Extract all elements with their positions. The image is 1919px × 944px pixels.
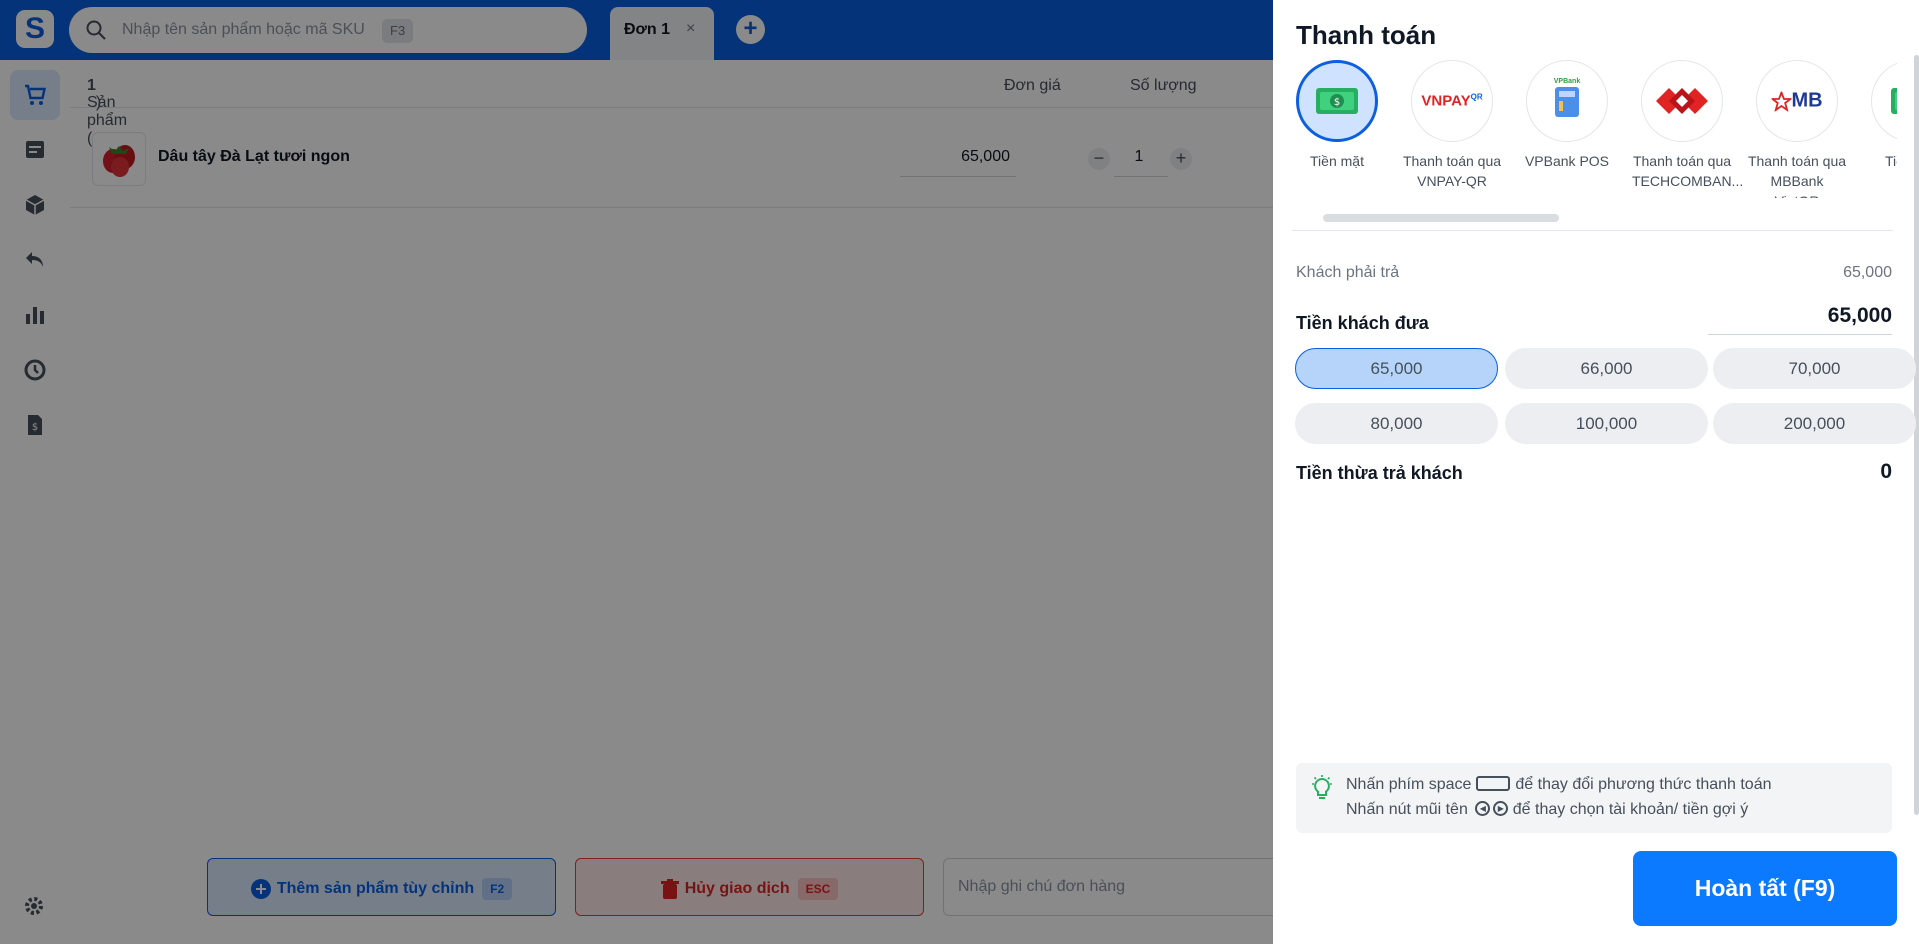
svg-text:$: $ [1334, 97, 1340, 108]
method-label: Tiền mặt [1885, 153, 1897, 169]
divider [1292, 230, 1893, 231]
suggestion-chip[interactable]: 100,000 [1505, 403, 1708, 444]
arrow-right-icon: ▶ [1493, 801, 1509, 817]
vnpay-logo: VNPAYQR [1421, 92, 1483, 110]
method-label: Tiền mặt [1310, 153, 1364, 169]
method-label: VPBank POS [1524, 153, 1610, 169]
cash-icon [1891, 88, 1897, 114]
change-label: Tiền thừa trả khách [1296, 463, 1463, 483]
tip-line-2: Nhấn nút mũi tên ◀ ▶ để thay chọn tài kho… [1346, 801, 1749, 818]
method-cash[interactable]: $ Tiền mặt [1287, 60, 1387, 171]
method-mbbank-vietqr[interactable]: MB Thanh toán quaMBBank VietQR [1747, 60, 1847, 198]
method-label: Thanh toán qua TECHCOMBAN... [1632, 153, 1744, 189]
suggestion-chip[interactable]: 70,000 [1713, 348, 1916, 389]
amount-given-underline [1708, 334, 1892, 335]
suggestion-chip[interactable]: 65,000 [1295, 348, 1498, 389]
method-vpbank-pos[interactable]: VPBank VPBank POS [1517, 60, 1617, 171]
vpbank-logo: VPBank [1553, 78, 1581, 85]
payment-title: Thanh toán [1296, 20, 1437, 50]
complete-payment-button[interactable]: Hoàn tất (F9) [1633, 851, 1897, 926]
change-value: 0 [1880, 460, 1892, 483]
amount-given-input[interactable]: 65,000 [1828, 304, 1892, 328]
payment-panel: Thanh toán $ Tiền mặt VNPAYQR Thanh toán… [1273, 0, 1919, 944]
panel-scrollbar[interactable] [1914, 55, 1919, 815]
lightbulb-icon [1312, 775, 1332, 799]
suggestion-chip[interactable]: 66,000 [1505, 348, 1708, 389]
mbbank-logo: MB [1769, 89, 1823, 113]
method-label: Thanh toán qua VNPAY-QR [1402, 153, 1502, 189]
method-cash-2[interactable]: Tiền mặt [1862, 60, 1897, 171]
method-vnpay-qr[interactable]: VNPAYQR Thanh toán qua VNPAY-QR [1402, 60, 1502, 191]
pos-terminal-icon [1555, 87, 1579, 117]
method-label: Thanh toán quaMBBank VietQR [1747, 153, 1847, 198]
techcombank-logo [1656, 88, 1708, 114]
arrow-left-icon: ◀ [1475, 801, 1491, 817]
amount-due-label: Khách phải trả [1296, 264, 1400, 281]
spacebar-icon [1476, 776, 1511, 792]
keyboard-tip: Nhấn phím space để thay đổi phương thức t… [1296, 763, 1892, 833]
method-techcombank[interactable]: Thanh toán qua TECHCOMBAN... [1632, 60, 1744, 191]
amount-given-label: Tiền khách đưa [1296, 313, 1429, 333]
payment-methods: $ Tiền mặt VNPAYQR Thanh toán qua VNPAY-Q… [1287, 58, 1897, 198]
cash-icon: $ [1316, 88, 1358, 114]
tip-line-1: Nhấn phím space để thay đổi phương thức t… [1346, 776, 1772, 793]
amount-due-value: 65,000 [1843, 264, 1892, 281]
methods-scrollbar[interactable] [1323, 214, 1559, 222]
modal-backdrop[interactable] [0, 0, 1273, 944]
suggestion-chip[interactable]: 80,000 [1295, 403, 1498, 444]
suggestion-chip[interactable]: 200,000 [1713, 403, 1916, 444]
